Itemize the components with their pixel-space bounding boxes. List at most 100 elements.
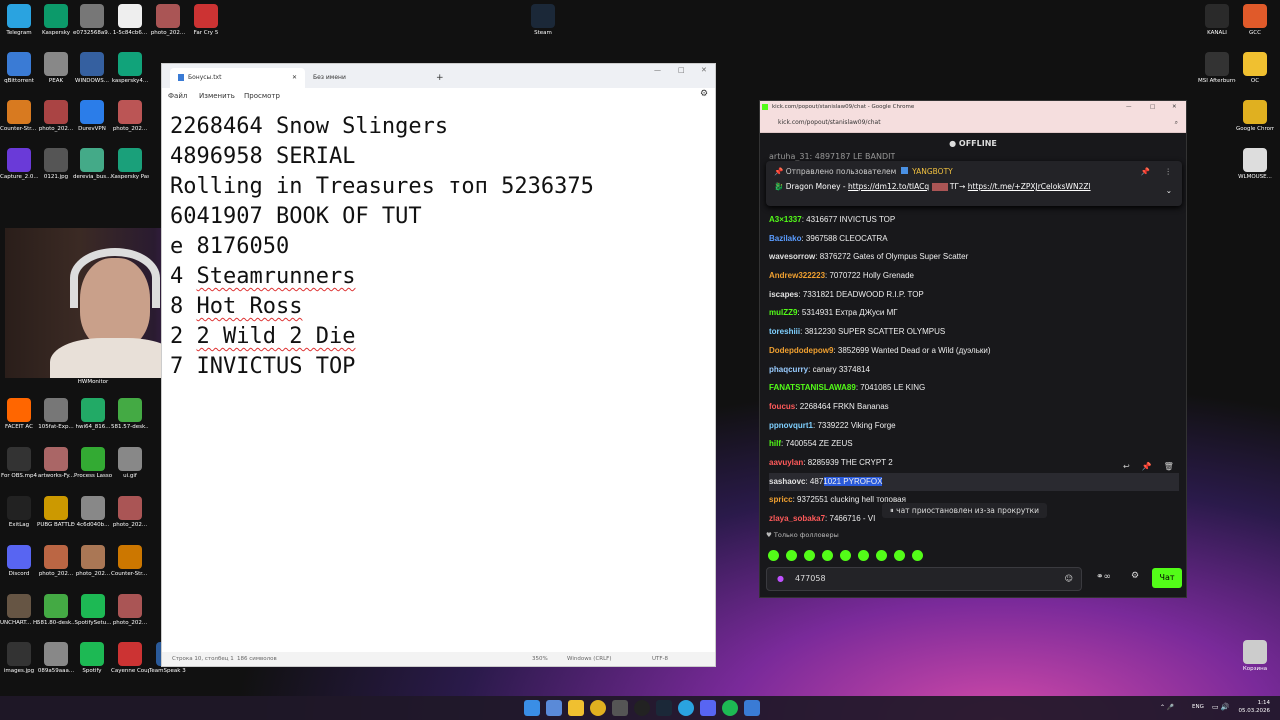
chat-username[interactable]: zlaya_sobaka7 xyxy=(769,514,825,523)
chat-message[interactable]: iscapes: 7331821 DEADWOOD R.I.P. TOP xyxy=(769,286,1179,305)
maximize-button[interactable]: □ xyxy=(1150,101,1155,113)
desktop-shortcut-icon[interactable]: photo_202... xyxy=(111,594,149,626)
desktop-shortcut-icon[interactable]: Steam xyxy=(524,4,562,36)
chat-message[interactable]: sashaovc: 4871021 PYROFOX xyxy=(769,472,1179,492)
desktop-shortcut-icon[interactable]: Process Lasso xyxy=(74,447,112,479)
start-windows-icon[interactable] xyxy=(524,700,540,716)
chat-message[interactable]: FANATSTANISLAWA89: 7041085 LE KING xyxy=(769,379,1179,398)
new-tab-button[interactable]: + xyxy=(428,68,452,88)
status-zoom[interactable]: 350% xyxy=(532,656,548,662)
chat-username[interactable]: Bazilako xyxy=(769,234,801,243)
emote-icon[interactable] xyxy=(768,550,779,561)
maximize-button[interactable]: □ xyxy=(678,66,685,74)
tab-untitled[interactable]: Без имени xyxy=(305,68,425,88)
hwmonitor-label-icon[interactable]: HWMonitor xyxy=(73,379,113,385)
address-bar[interactable]: kick.com/popout/stanislaw09/chat ⌕ xyxy=(760,113,1186,133)
emote-icon[interactable] xyxy=(804,550,815,561)
emote-icon[interactable] xyxy=(858,550,869,561)
chat-message[interactable]: foucus: 2268464 FRKN Bananas xyxy=(769,398,1179,417)
close-button[interactable]: ✕ xyxy=(1172,101,1177,113)
chat-message[interactable]: Bazilako: 3967588 CLEOCATRA xyxy=(769,230,1179,249)
chat-send-button[interactable]: Чат xyxy=(1152,568,1182,588)
chat-message[interactable]: ppnovqurt1: 7339222 Viking Forge xyxy=(769,417,1179,436)
chat-username[interactable]: mulZZ9 xyxy=(769,308,797,317)
desktop-shortcut-icon[interactable]: 1-5c84cb6... xyxy=(111,4,149,36)
chat-message[interactable]: hilf: 7400554 ZE ZEUS xyxy=(769,435,1179,454)
desktop-shortcut-icon[interactable]: ExitLag xyxy=(0,496,38,528)
desktop-shortcut-icon[interactable]: 4c6d040b... xyxy=(74,496,112,528)
chat-message[interactable]: A3×1337: 4316677 INVICTUS TOP xyxy=(769,211,1179,230)
taskbar-obs-icon[interactable] xyxy=(634,700,650,716)
menu-view[interactable]: Просмотр xyxy=(244,92,280,100)
chat-message[interactable]: aavuylan: 8285939 THE CRYPT 2 xyxy=(769,454,1179,473)
desktop-shortcut-icon[interactable]: ui.gif xyxy=(111,447,149,479)
desktop-shortcut-icon[interactable]: photo_202... xyxy=(37,545,75,577)
reply-icon[interactable]: ↩ xyxy=(1123,462,1130,471)
pin-message-icon[interactable]: 📌 xyxy=(1142,462,1152,471)
chat-message[interactable]: toreshiii: 3812230 SUPER SCATTER OLYMPUS xyxy=(769,323,1179,342)
chat-message-list[interactable]: A3×1337: 4316677 INVICTUS TOP Bazilako: 3… xyxy=(769,211,1179,526)
desktop-shortcut-icon[interactable]: photo_202... xyxy=(111,100,149,132)
microphone-icon[interactable]: ● xyxy=(777,568,784,590)
settings-gear-icon[interactable]: ⚙ xyxy=(1131,571,1139,581)
desktop-shortcut-icon[interactable]: Spotify xyxy=(73,642,111,674)
chat-username[interactable]: iscapes xyxy=(769,290,798,299)
chat-username[interactable]: phaqcurry xyxy=(769,365,808,374)
desktop-shortcut-icon[interactable]: hwi64_816... xyxy=(74,398,112,430)
desktop-shortcut-icon[interactable]: artworks-Fy... xyxy=(37,447,75,479)
desktop-shortcut-icon[interactable]: photo_202... xyxy=(111,496,149,528)
desktop-shortcut-icon[interactable]: MSI Afterburner xyxy=(1198,52,1236,84)
desktop-shortcut-icon[interactable]: WINDOWS... xyxy=(73,52,111,84)
desktop-shortcut-icon[interactable]: derevia_bus... xyxy=(73,148,111,180)
desktop-shortcut-icon[interactable]: images.jpg xyxy=(0,642,38,674)
taskbar-chrome-icon[interactable] xyxy=(590,700,606,716)
desktop-shortcut-icon[interactable]: 105fat-Exp... xyxy=(37,398,75,430)
settings-gear-icon[interactable]: ⚙ xyxy=(700,89,708,99)
desktop-shortcut-icon[interactable]: Capture_2.0... xyxy=(0,148,38,180)
desktop-shortcut-icon[interactable]: PEAK xyxy=(37,52,75,84)
desktop-shortcut-icon[interactable]: Far Cry 5 xyxy=(187,4,225,36)
unpin-icon[interactable]: 📌 xyxy=(1141,167,1150,176)
pinned-link-1[interactable]: https://dm12.to/tIACq xyxy=(848,182,929,191)
desktop-shortcut-icon[interactable]: OC xyxy=(1236,52,1274,84)
desktop-shortcut-icon[interactable]: KANALI xyxy=(1198,4,1236,36)
taskbar-spotify-icon[interactable] xyxy=(722,700,738,716)
desktop-shortcut-icon[interactable]: Корзина xyxy=(1236,640,1274,672)
emote-icon[interactable] xyxy=(894,550,905,561)
desktop-shortcut-icon[interactable]: photo_202... xyxy=(37,100,75,132)
desktop-shortcut-icon[interactable]: PUBG BATTLEGR... xyxy=(37,496,75,528)
desktop-shortcut-icon[interactable]: 581.57-desk... xyxy=(111,398,149,430)
chat-username[interactable]: sashaovc xyxy=(769,477,805,486)
taskbar-steam-icon[interactable] xyxy=(656,700,672,716)
chat-username[interactable]: foucus xyxy=(769,402,795,411)
emoji-picker-icon[interactable]: ☺ xyxy=(1065,568,1073,590)
menu-file[interactable]: Файл xyxy=(168,92,187,100)
close-button[interactable]: ✕ xyxy=(701,66,707,74)
status-encoding[interactable]: UTF-8 xyxy=(652,656,668,662)
tab-close-icon[interactable]: ✕ xyxy=(292,68,297,88)
desktop-shortcut-icon[interactable]: 0121.jpg xyxy=(37,148,75,180)
chat-message[interactable]: Andrew322223: 7070722 Holly Grenade xyxy=(769,267,1179,286)
minimize-button[interactable]: — xyxy=(1126,101,1132,113)
desktop-shortcut-icon[interactable]: Kaspersky Passwor... xyxy=(111,148,149,180)
desktop-shortcut-icon[interactable]: photo_202... xyxy=(74,545,112,577)
emote-icon[interactable] xyxy=(786,550,797,561)
group-icon[interactable]: ⚭∞ xyxy=(1096,572,1111,582)
desktop-shortcut-icon[interactable]: For OBS.mp4 xyxy=(0,447,38,479)
expand-chevron-icon[interactable]: ⌄ xyxy=(1166,186,1172,195)
pinned-link-2[interactable]: https://t.me/+ZPXJrCeloksWN2Zl xyxy=(968,182,1091,191)
menu-edit[interactable]: Изменить xyxy=(199,92,235,100)
desktop-shortcut-icon[interactable]: qBittorrent xyxy=(0,52,38,84)
chat-message[interactable]: mulZZ9: 5314931 Ехтра ДЖуси МГ xyxy=(769,304,1179,323)
desktop-shortcut-icon[interactable]: Counter-Str... 2 xyxy=(0,100,38,132)
chat-username[interactable]: aavuylan xyxy=(769,458,803,467)
chat-username[interactable]: wavesorrow xyxy=(769,252,815,261)
chat-username[interactable]: ppnovqurt1 xyxy=(769,421,813,430)
language-indicator[interactable]: ENG xyxy=(1192,704,1204,710)
desktop-shortcut-icon[interactable]: WLMOUSE... xyxy=(1236,148,1274,180)
emote-icon[interactable] xyxy=(840,550,851,561)
chat-message[interactable]: phaqcurry: canary 3374814 xyxy=(769,361,1179,380)
taskbar-clock[interactable]: 1:14 05.03.2026 xyxy=(1239,699,1271,715)
taskbar-app-icon[interactable] xyxy=(546,700,562,716)
status-eol[interactable]: Windows (CRLF) xyxy=(567,656,611,662)
